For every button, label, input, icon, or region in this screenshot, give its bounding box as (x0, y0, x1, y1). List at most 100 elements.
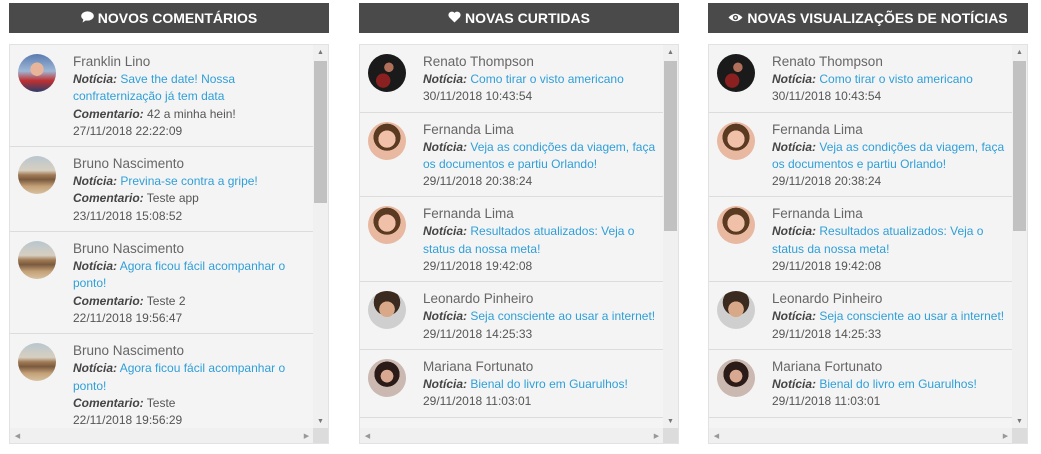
scroll-thumb[interactable] (664, 61, 677, 231)
noticia-label: Notícia: (423, 72, 468, 86)
scroll-left-icon[interactable]: ◀ (709, 428, 724, 443)
news-link[interactable]: Bienal do livro em Guarulhos! (819, 377, 976, 391)
scroll-left-icon[interactable]: ◀ (10, 428, 25, 443)
avatar (717, 358, 755, 397)
list-item[interactable]: Fernanda Lima Notícia: Resultados atuali… (709, 197, 1013, 283)
timestamp: 29/11/2018 14:25:33 (772, 326, 882, 341)
comentario-label: Comentario: (73, 106, 144, 121)
scroll-left-icon[interactable]: ◀ (360, 428, 375, 443)
timestamp: 27/11/2018 22:22:09 (73, 123, 183, 138)
avatar (18, 343, 56, 382)
panel-scroll-area[interactable]: Franklin Lino Notícia: Save the date! No… (9, 44, 329, 444)
comment-text: Teste app (146, 191, 199, 206)
scroll-down-icon[interactable]: ▼ (1012, 414, 1027, 429)
news-link[interactable]: Seja consciente ao usar a internet! (470, 309, 655, 323)
scroll-up-icon[interactable]: ▲ (1012, 45, 1027, 60)
vertical-scrollbar[interactable]: ▲ ▼ (313, 45, 328, 429)
user-name: Leonardo Pinheiro (772, 291, 883, 307)
timestamp: 29/11/2018 19:42:08 (423, 259, 533, 274)
news-link[interactable]: Bienal do livro em Guarulhos! (470, 377, 627, 391)
timestamp: 29/11/2018 11:03:01 (423, 394, 532, 409)
panel-scroll-area[interactable]: Renato Thompson Notícia: Como tirar o vi… (708, 44, 1028, 444)
comentario-label: Comentario: (73, 395, 144, 410)
noticia-label: Notícia: (73, 174, 118, 189)
list-item[interactable]: Leonardo Pinheiro Notícia: Seja conscien… (709, 282, 1013, 350)
vertical-scrollbar[interactable]: ▲ ▼ (663, 45, 678, 429)
timestamp: 30/11/2018 10:43:54 (772, 89, 882, 104)
timestamp: 29/11/2018 19:42:08 (772, 259, 882, 274)
vertical-scrollbar[interactable]: ▲ ▼ (1012, 45, 1027, 429)
news-link[interactable]: Como tirar o visto americano (470, 72, 623, 86)
timestamp: 29/11/2018 20:38:24 (423, 174, 533, 189)
comentario-label: Comentario: (73, 191, 144, 206)
noticia-label: Notícia: (772, 139, 817, 154)
list-item[interactable]: Bruno Nascimento Notícia: Agora ficou fá… (10, 334, 314, 429)
timestamp: 23/11/2018 15:08:52 (73, 208, 183, 223)
panel-title: NOVAS VISUALIZAÇÕES DE NOTÍCIAS (747, 10, 1008, 26)
list-item[interactable]: Fernanda Lima Notícia: Veja as condições… (360, 112, 664, 198)
avatar (368, 121, 406, 160)
comment-text: 42 a minha hein! (147, 106, 236, 121)
user-name: Fernanda Lima (772, 206, 863, 222)
user-name: Renato Thompson (772, 54, 883, 69)
comentario-label: Comentario: (73, 293, 144, 308)
scroll-right-icon[interactable]: ▶ (998, 428, 1013, 443)
news-link[interactable]: Previna-se contra a gripe! (120, 174, 257, 188)
heart-icon (448, 11, 461, 25)
news-link[interactable]: Como tirar o visto americano (819, 72, 972, 86)
list-item[interactable]: Mariana Fortunato Notícia: Bienal do liv… (709, 349, 1013, 418)
list-item[interactable]: Franklin Lino Notícia: Save the date! No… (10, 45, 314, 148)
list-item[interactable]: Renato Thompson Notícia: Como tirar o vi… (360, 45, 664, 113)
horizontal-scrollbar[interactable]: ◀ ▶ (10, 428, 314, 443)
avatar (368, 206, 406, 245)
views-list: Renato Thompson Notícia: Como tirar o vi… (709, 45, 1013, 429)
scroll-thumb[interactable] (314, 61, 327, 203)
panel-novos-comentarios: NOVOS COMENTÁRIOS Franklin Lino Notícia:… (9, 3, 329, 444)
scrollbar-corner (1012, 428, 1027, 443)
scroll-down-icon[interactable]: ▼ (313, 414, 328, 429)
noticia-label: Notícia: (73, 361, 118, 376)
user-name: Fernanda Lima (772, 121, 863, 137)
scroll-down-icon[interactable]: ▼ (663, 414, 678, 429)
timestamp: 29/11/2018 11:03:01 (772, 394, 881, 409)
scroll-right-icon[interactable]: ▶ (299, 428, 314, 443)
avatar (368, 54, 406, 92)
noticia-label: Notícia: (73, 72, 118, 86)
timestamp: 29/11/2018 14:25:33 (423, 326, 533, 341)
horizontal-scrollbar[interactable]: ◀ ▶ (360, 428, 664, 443)
list-item[interactable]: Bruno Nascimento Notícia: Previna-se con… (10, 147, 314, 233)
avatar (18, 241, 56, 280)
user-name: Mariana Fortunato (772, 358, 883, 374)
panel-scroll-area[interactable]: Renato Thompson Notícia: Como tirar o vi… (359, 44, 679, 444)
list-item[interactable]: Mariana Fortunato Notícia: Bienal do liv… (360, 349, 664, 418)
scroll-thumb[interactable] (1013, 61, 1026, 231)
timestamp: 22/11/2018 19:56:29 (73, 413, 183, 428)
user-name: Bruno Nascimento (73, 343, 185, 359)
avatar (717, 206, 755, 245)
list-item[interactable]: Renato Thompson Notícia: Como tirar o vi… (709, 45, 1013, 113)
scroll-up-icon[interactable]: ▲ (663, 45, 678, 60)
noticia-label: Notícia: (772, 309, 817, 324)
noticia-label: Notícia: (73, 259, 118, 274)
noticia-label: Notícia: (772, 72, 817, 86)
panel-title: NOVAS CURTIDAS (465, 10, 590, 26)
scroll-right-icon[interactable]: ▶ (649, 428, 664, 443)
list-item[interactable]: Fernanda Lima Notícia: Resultados atuali… (360, 197, 664, 283)
likes-list: Renato Thompson Notícia: Como tirar o vi… (360, 45, 664, 429)
timestamp: 30/11/2018 10:43:54 (423, 89, 533, 104)
avatar (717, 54, 755, 92)
list-item[interactable]: Fernanda Lima Notícia: Veja as condições… (709, 112, 1013, 198)
list-item[interactable]: Leonardo Pinheiro Notícia: Seja conscien… (360, 282, 664, 350)
noticia-label: Notícia: (772, 376, 817, 391)
noticia-label: Notícia: (423, 139, 468, 154)
avatar (18, 156, 56, 195)
list-item[interactable]: Bruno Nascimento Notícia: Agora ficou fá… (10, 232, 314, 335)
panel-header: NOVOS COMENTÁRIOS (9, 3, 329, 33)
scroll-up-icon[interactable]: ▲ (313, 45, 328, 60)
panel-header: NOVAS VISUALIZAÇÕES DE NOTÍCIAS (708, 3, 1028, 33)
timestamp: 22/11/2018 19:56:47 (73, 310, 183, 325)
news-link[interactable]: Seja consciente ao usar a internet! (819, 309, 1004, 323)
eye-icon (728, 12, 743, 25)
horizontal-scrollbar[interactable]: ◀ ▶ (709, 428, 1013, 443)
scrollbar-corner (313, 428, 328, 443)
